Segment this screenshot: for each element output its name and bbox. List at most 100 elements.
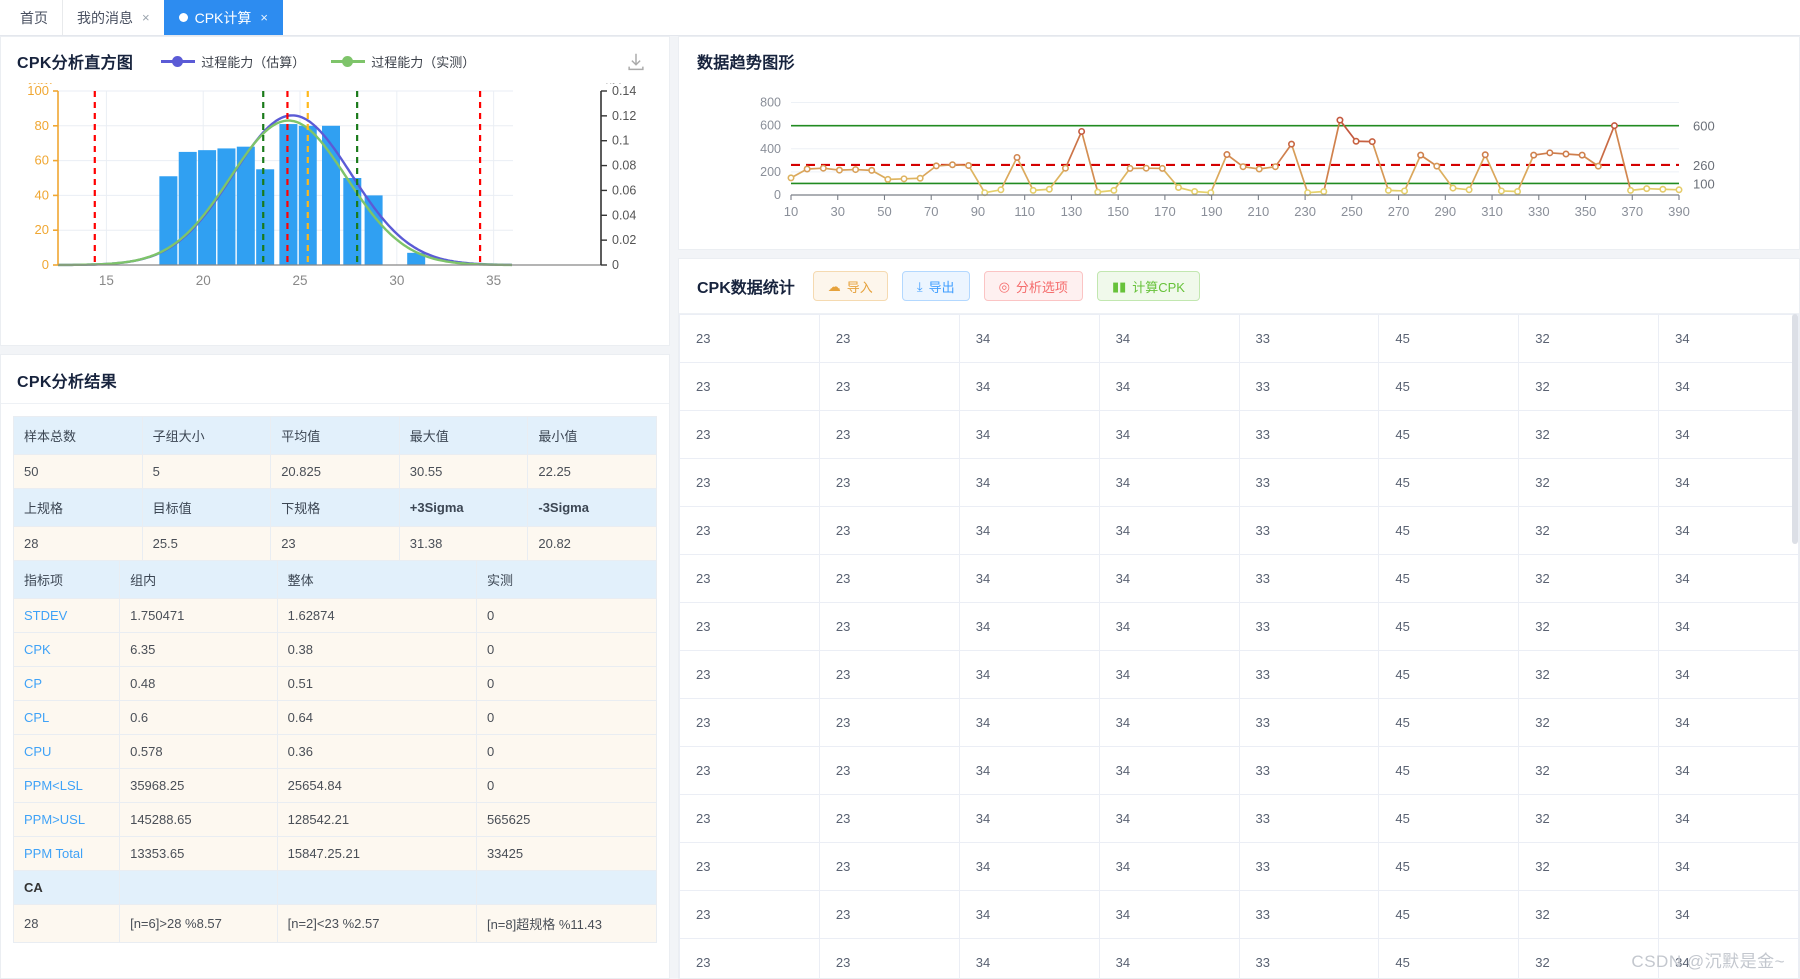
svg-text:30: 30 [389,273,404,288]
svg-text:230: 230 [1294,204,1316,219]
cell-value: 0 [475,632,658,667]
cell-value: 34 [1099,650,1240,699]
histogram-title: CPK分析直方图 [17,55,134,72]
col-header: 指标项 [12,560,121,599]
cell-value: 30.55 [398,454,529,489]
results-card: CPK分析结果 样本总数 子组大小 平均值 最大值 最小值 50 5 20.82… [0,354,670,979]
cell-value: 0.64 [276,700,477,735]
trend-title: 数据趋势图形 [697,55,795,72]
cell-value: 33 [1239,506,1380,555]
table-row: 23 23 34 34 33 45 32 34 [679,938,1799,978]
legend-item-measured[interactable]: 过程能力（实测） [331,52,475,71]
svg-text:频数: 频数 [28,83,52,86]
cell-value: 45 [1378,362,1520,411]
tab-active-dot-icon [178,13,188,22]
legend-item-estimate[interactable]: 过程能力（估算） [161,52,305,71]
cell-value: 33 [1239,314,1380,363]
cell-value: 34 [959,746,1100,795]
cell-value: 13353.65 [119,836,278,871]
svg-text:15: 15 [99,273,114,288]
cell-value: 23 [819,554,960,603]
cell-value: 33 [1239,794,1380,843]
data-table-scroll[interactable]: 23 23 34 34 33 45 32 34 23 23 34 34 33 45 32 34 23 23 34 34… [679,314,1799,978]
tab-close-icon[interactable]: × [142,11,150,24]
import-button[interactable]: ☁ 导入 [812,271,888,301]
cell-value: 23 [819,650,960,699]
metric-name-link[interactable]: PPM<LSL [12,768,121,803]
table-row: PPM<LSL 35968.25 25654.84 0 [12,768,658,803]
vertical-scrollbar[interactable] [1791,314,1799,978]
metric-name-link[interactable]: PPM Total [12,836,121,871]
metric-name-link[interactable]: STDEV [12,598,121,633]
table-row: 23 23 34 34 33 45 32 34 [679,506,1799,555]
svg-text:80: 80 [35,118,49,133]
download-icon[interactable] [625,51,647,73]
col-header: 样本总数 [13,416,143,455]
trend-plot: 0 200 400 600 800 600 260 100 10 30 50 70 90 110 130 15… [679,77,1799,249]
table-row: CA [12,870,658,905]
cell-value: 45 [1378,794,1520,843]
col-header: 平均值 [270,416,400,455]
table-row: 23 23 34 34 33 45 32 34 [679,314,1799,363]
cell-value: 0 [475,666,658,701]
trend-svg: 0 200 400 600 800 600 260 100 10 30 50 70 90 110 130 15… [760,96,1715,219]
cell-value [276,870,477,905]
cell-value: 23 [819,794,960,843]
metric-name-link[interactable]: CPK [12,632,121,667]
svg-text:260: 260 [1693,158,1715,173]
cell-value: 23 [679,458,820,507]
svg-text:390: 390 [1668,204,1690,219]
calculate-cpk-button[interactable]: ▮▮ 计算CPK [1096,271,1200,301]
cell-value: 34 [1099,746,1240,795]
cell-value: 23 [679,410,820,459]
cell-value: 34 [959,458,1100,507]
metric-name-link[interactable]: CPL [12,700,121,735]
metric-name-link[interactable]: CPU [12,734,121,769]
cell-value: 45 [1378,602,1520,651]
button-label: 导出 [928,279,955,295]
cell-value: 32 [1518,746,1660,795]
svg-text:330: 330 [1528,204,1550,219]
scrollbar-thumb[interactable] [1792,314,1798,544]
button-label: 分析选项 [1015,279,1068,295]
table-row: 样本总数 子组大小 平均值 最大值 最小值 [13,416,657,455]
analysis-options-button[interactable]: ◎ 分析选项 [983,271,1083,301]
tab-cpk-calc[interactable]: CPK计算 × [163,0,283,35]
cell-value: 34 [1658,506,1799,555]
table-row: 23 23 34 34 33 45 32 34 [679,362,1799,411]
tab-label: 首页 [20,9,48,26]
cell-value: 23 [679,602,820,651]
table-row: 上规格 目标值 下规格 +3Sigma -3Sigma [13,488,657,527]
cell-value: 0 [475,734,658,769]
stats-card: CPK数据统计 ☁ 导入 ⤓ 导出 ◎ 分析选项 ▮▮ 计算CPK 23 23 … [678,258,1800,979]
stats-toolbar: CPK数据统计 ☁ 导入 ⤓ 导出 ◎ 分析选项 ▮▮ 计算CPK [679,259,1799,314]
export-button[interactable]: ⤓ 导出 [901,271,970,301]
svg-text:0: 0 [612,258,619,272]
tab-bar: 首页 我的消息 × CPK计算 × [0,0,1800,36]
histogram-legend: 过程能力（估算） 过程能力（实测） [161,52,475,71]
cell-value: 34 [1658,650,1799,699]
results-tables: 样本总数 子组大小 平均值 最大值 最小值 50 5 20.825 30.55 [1,404,669,943]
table-row: 28 25.5 23 31.38 20.82 [13,526,657,561]
cell-value: 33 [1239,602,1380,651]
col-header: 组内 [119,560,278,599]
tab-home[interactable]: 首页 [6,0,63,35]
cell-value: 23 [819,890,960,939]
cell-value: 45 [1378,698,1520,747]
cell-value: 23 [679,650,820,699]
cell-value: 23 [819,746,960,795]
tab-my-messages[interactable]: 我的消息 × [62,0,165,35]
cell-value: 23 [270,526,400,561]
svg-text:190: 190 [1201,204,1223,219]
svg-text:130: 130 [1061,204,1083,219]
metric-name-link[interactable]: CP [12,666,121,701]
svg-text:110: 110 [1014,204,1035,219]
tab-close-icon[interactable]: × [260,11,268,24]
cell-value: 23 [819,362,960,411]
table-row: 28 [n=6]>28 %8.57 [n=2]<23 %2.57 [n=8]超规格 %… [12,904,658,943]
cell-value: 34 [1658,554,1799,603]
metric-name-link[interactable]: PPM>USL [12,802,121,837]
cell-value: 0 [475,768,658,803]
cell-value: 565625 [475,802,658,837]
cell-value: 34 [1099,698,1240,747]
